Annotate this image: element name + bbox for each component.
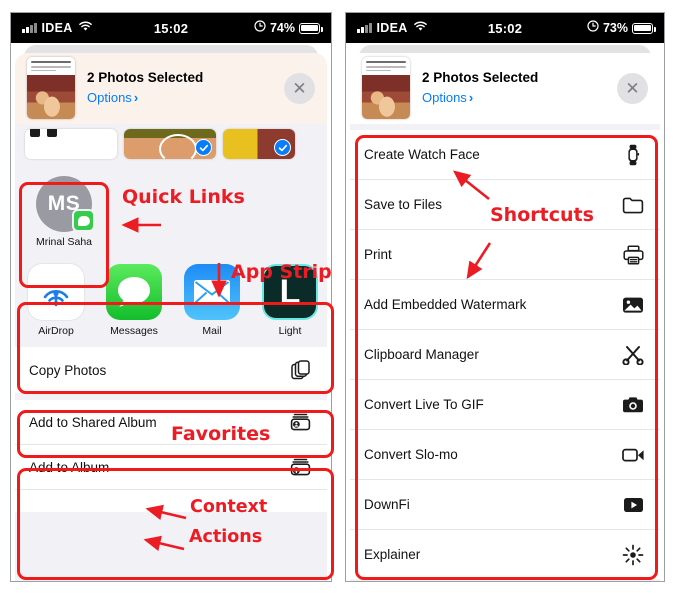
alarm-icon bbox=[587, 19, 599, 37]
close-icon[interactable]: ✕ bbox=[284, 72, 315, 104]
photo-thumb-2[interactable] bbox=[124, 129, 216, 159]
app-label: AirDrop bbox=[38, 325, 74, 337]
app-label: Messages bbox=[110, 325, 158, 337]
copy-icon bbox=[287, 360, 313, 380]
options-label: Options bbox=[422, 89, 467, 105]
photo-thumbnail bbox=[27, 57, 75, 119]
battery-percent-label: 74% bbox=[269, 21, 295, 35]
row-label: Convert Slo-mo bbox=[364, 447, 458, 462]
share-sheet-header-left: 2 Photos Selected Options › ✕ bbox=[15, 53, 327, 124]
selection-title: 2 Photos Selected bbox=[422, 69, 539, 85]
share-sheet-right: 2 Photos Selected Options › ✕ Create Watc… bbox=[350, 53, 660, 581]
row-label: DownFi bbox=[364, 497, 410, 512]
chevron-right-icon: › bbox=[468, 89, 474, 105]
video-camera-icon bbox=[620, 447, 646, 463]
close-icon[interactable]: ✕ bbox=[617, 72, 648, 104]
app-strip-item-airdrop[interactable]: AirDrop bbox=[27, 264, 85, 337]
lightroom-icon: L bbox=[262, 264, 318, 320]
options-label: Options bbox=[87, 89, 132, 105]
status-right-group: 74% bbox=[254, 19, 323, 37]
play-button-icon bbox=[620, 497, 646, 513]
list-item[interactable]: Add Embedded Watermark bbox=[350, 280, 660, 330]
alarm-icon bbox=[254, 19, 266, 37]
phone-screenshot-right: IDEA 15:02 73% 2 Photos Selected Options… bbox=[345, 12, 665, 582]
list-item-partial[interactable] bbox=[15, 490, 327, 512]
quick-link-label: Mrinal Saha bbox=[35, 236, 93, 248]
share-sheet-header-text: 2 Photos Selected Options › bbox=[87, 69, 272, 108]
camera-icon bbox=[620, 396, 646, 414]
list-item[interactable]: Add to Album bbox=[15, 445, 327, 490]
folder-icon bbox=[620, 196, 646, 214]
selected-check-icon bbox=[274, 139, 291, 156]
quick-links-section: MS Mrinal Saha bbox=[15, 166, 327, 256]
row-label: Print bbox=[364, 247, 392, 262]
row-label: Copy Photos bbox=[29, 362, 107, 378]
share-sheet-left: 2 Photos Selected Options › ✕ MS Mrinal … bbox=[15, 53, 327, 581]
battery-percent-label: 73% bbox=[602, 21, 628, 35]
messages-badge-icon bbox=[72, 209, 95, 232]
app-label: Mail bbox=[202, 325, 222, 337]
avatar: MS bbox=[36, 176, 95, 232]
app-strip-section: AirDrop Messages Mail L Light bbox=[15, 256, 327, 344]
status-bar-left: IDEA 15:02 74% bbox=[11, 13, 331, 43]
shared-album-icon bbox=[287, 412, 313, 432]
sparkle-icon bbox=[620, 544, 646, 566]
list-item[interactable]: Convert Live To GIF bbox=[350, 380, 660, 430]
battery-icon bbox=[632, 22, 656, 34]
phone-screenshot-left: IDEA 15:02 74% 2 Photos Selected Options… bbox=[10, 12, 332, 582]
list-item[interactable]: Convert Slo-mo bbox=[350, 430, 660, 480]
app-strip-item-mail[interactable]: Mail bbox=[183, 264, 241, 337]
list-item[interactable]: Clipboard Manager bbox=[350, 330, 660, 380]
list-item[interactable]: Save to Files bbox=[350, 180, 660, 230]
row-label: Save to Files bbox=[364, 197, 443, 212]
printer-icon bbox=[620, 244, 646, 265]
app-strip-item-lightroom[interactable]: L Light bbox=[261, 264, 319, 337]
list-item[interactable]: Create Watch Face bbox=[350, 130, 660, 180]
photo-thumb-3[interactable] bbox=[223, 129, 295, 159]
screenshot-stage: IDEA 15:02 74% 2 Photos Selected Options… bbox=[0, 0, 675, 594]
options-link[interactable]: Options › bbox=[422, 88, 605, 108]
selection-title: 2 Photos Selected bbox=[87, 69, 204, 85]
selected-check-icon bbox=[195, 139, 212, 156]
photo-strip-left bbox=[15, 124, 327, 166]
airdrop-icon bbox=[28, 264, 84, 320]
add-album-icon bbox=[287, 457, 313, 477]
list-item[interactable]: DownFi bbox=[350, 480, 660, 530]
list-item[interactable]: Copy Photos bbox=[15, 347, 327, 393]
row-label: Add to Album bbox=[29, 459, 110, 475]
chevron-right-icon: › bbox=[133, 89, 139, 105]
mail-icon bbox=[184, 264, 240, 320]
app-strip-item-messages[interactable]: Messages bbox=[105, 264, 163, 337]
messages-icon bbox=[106, 264, 162, 320]
apple-watch-icon bbox=[620, 144, 646, 166]
share-sheet-header-right: 2 Photos Selected Options › ✕ bbox=[350, 53, 660, 124]
photo-thumbnail bbox=[362, 57, 410, 119]
list-item[interactable]: Explainer bbox=[350, 530, 660, 579]
app-label: Light bbox=[278, 325, 302, 337]
share-sheet-header-text: 2 Photos Selected Options › bbox=[422, 69, 605, 108]
row-label: Explainer bbox=[364, 547, 421, 562]
list-item[interactable]: Print bbox=[350, 230, 660, 280]
status-bar-right: IDEA 15:02 73% bbox=[346, 13, 664, 43]
quick-link-item[interactable]: MS Mrinal Saha bbox=[27, 176, 101, 248]
photo-icon bbox=[620, 296, 646, 314]
battery-icon bbox=[299, 22, 323, 34]
row-label: Convert Live To GIF bbox=[364, 397, 484, 412]
options-link[interactable]: Options › bbox=[87, 88, 272, 108]
context-actions-group: Add to Shared Album Add to Album bbox=[15, 400, 327, 512]
scissors-icon bbox=[620, 345, 646, 365]
row-label: Create Watch Face bbox=[364, 147, 480, 162]
favorites-group: Copy Photos bbox=[15, 347, 327, 393]
status-right-group: 73% bbox=[587, 19, 656, 37]
photo-thumb-1[interactable] bbox=[25, 129, 117, 159]
list-item[interactable]: Add to Shared Album bbox=[15, 400, 327, 445]
shortcuts-group: Create Watch Face Save to Files Print Ad… bbox=[350, 130, 660, 579]
row-label: Clipboard Manager bbox=[364, 347, 479, 362]
row-label: Add to Shared Album bbox=[29, 414, 157, 430]
row-label: Add Embedded Watermark bbox=[364, 297, 527, 312]
